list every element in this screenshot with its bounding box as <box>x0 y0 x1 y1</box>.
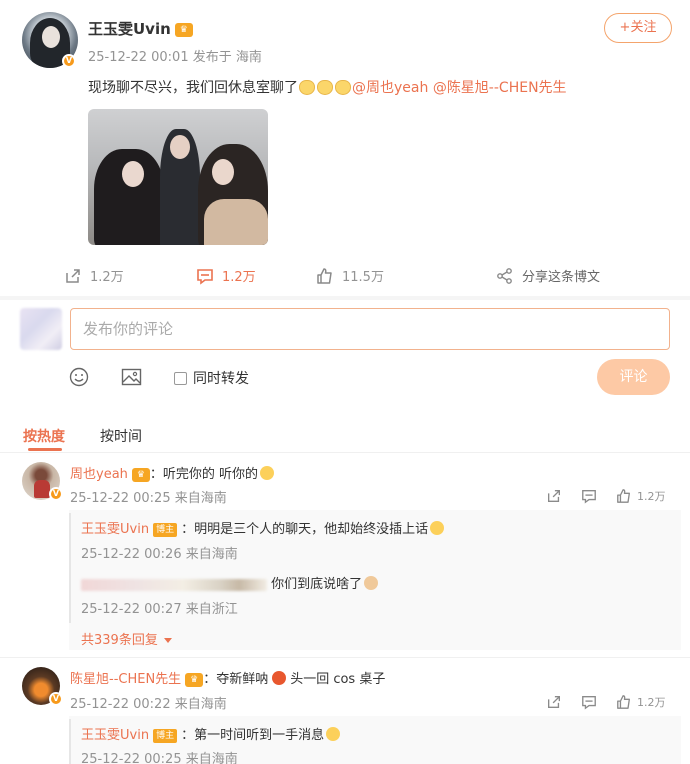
comment-body: ：夺新鲜呐 <box>203 672 269 687</box>
comment-repost-button[interactable] <box>546 694 562 710</box>
reply-body: ：第一时间听到一手消息 <box>181 728 325 743</box>
comment-like-button[interactable]: 1.2万 <box>616 488 666 504</box>
repost-icon <box>548 490 560 502</box>
cat-emoji-icon <box>317 80 333 95</box>
reply-meta: 25-12-22 00:27 来自浙江 <box>81 602 238 617</box>
facepalm-emoji-icon <box>430 521 445 535</box>
active-tab-indicator <box>28 448 62 451</box>
comment-button[interactable]: 1.2万 <box>196 266 256 285</box>
comment-meta: 25-12-22 00:22 来自海南 <box>70 697 227 712</box>
reply-body: 你们到底说啥了 <box>271 577 363 592</box>
reply-user-name[interactable]: 王玉雯Uvin <box>81 728 149 743</box>
crown-icon: ♛ <box>185 672 204 687</box>
repost-button[interactable]: 1.2万 <box>64 266 124 285</box>
reply-text: 你们到底说啥了 <box>81 573 379 592</box>
cat-emoji-icon <box>299 80 315 95</box>
crown-icon: ♛ <box>131 467 150 482</box>
reply-meta: 25-12-22 00:25 来自海南 <box>81 752 238 764</box>
reply-thread-bar <box>69 719 71 764</box>
repost-icon <box>66 268 80 283</box>
like-button[interactable]: 11.5万 <box>316 266 384 285</box>
comment-reply-button[interactable] <box>581 694 597 710</box>
follow-button[interactable]: +关注 <box>604 13 672 43</box>
crown-icon: ♛ <box>174 22 193 37</box>
like-icon <box>617 695 630 709</box>
submit-comment-button[interactable]: 评论 <box>597 359 670 395</box>
author-name-row: 王玉雯Uvin ♛ <box>88 18 193 39</box>
post-body: 现场聊不尽兴，我们回休息室聊了 <box>88 80 298 96</box>
comment-body-continued: 头一回 cos 桌子 <box>290 672 386 687</box>
author-name[interactable]: 王玉雯Uvin <box>88 20 171 38</box>
facepalm-emoji-icon <box>326 727 341 741</box>
comment-count: 1.2万 <box>222 270 256 285</box>
verified-badge-icon: V <box>49 692 63 706</box>
dog-emoji-icon <box>364 576 379 590</box>
dropdown-caret-icon <box>163 638 172 643</box>
blogger-badge: 博主 <box>153 522 178 537</box>
commenter-name[interactable]: 周也yeah <box>70 467 128 482</box>
emoji-button[interactable] <box>69 367 89 391</box>
repost-icon <box>548 696 560 708</box>
like-icon <box>317 267 332 284</box>
reply-text: 王玉雯Uvin 博主 ：明明是三个人的聊天，他却始终没插上话 <box>81 518 445 537</box>
current-user-avatar <box>20 308 62 350</box>
comment-like-button[interactable]: 1.2万 <box>616 694 666 710</box>
emoji-icon <box>69 367 89 387</box>
reply-meta: 25-12-22 00:26 来自海南 <box>81 547 238 562</box>
comment-reply-button[interactable] <box>581 488 597 504</box>
repost-checkbox[interactable] <box>174 371 187 385</box>
reply-user-name[interactable]: 王玉雯Uvin <box>81 522 149 537</box>
comment-like-count: 1.2万 <box>637 696 666 709</box>
crying-emoji-icon <box>260 466 275 480</box>
reply-thread-bar <box>69 513 71 623</box>
more-replies-label: 共339条回复 <box>81 633 158 648</box>
comment-divider <box>0 657 690 658</box>
sort-divider <box>0 452 690 453</box>
post-image[interactable] <box>88 109 268 245</box>
comment-like-count: 1.2万 <box>637 490 666 503</box>
comment-text: 陈星旭--CHEN先生 ♛ ：夺新鲜呐 头一回 cos 桌子 <box>70 668 385 687</box>
share-label: 分享这条博文 <box>522 270 601 285</box>
comment-repost-button[interactable] <box>546 488 562 504</box>
like-count: 11.5万 <box>342 270 384 285</box>
share-button[interactable]: 分享这条博文 <box>496 266 600 285</box>
cat-emoji-icon <box>335 80 351 95</box>
image-upload-button[interactable] <box>121 367 142 391</box>
comment-text: 周也yeah ♛ ：听完你的 听你的 <box>70 463 275 482</box>
like-icon <box>617 489 630 503</box>
comment-meta: 25-12-22 00:25 来自海南 <box>70 491 227 506</box>
mention-link[interactable]: @周也yeah <box>352 80 428 96</box>
verified-badge-icon: V <box>49 487 63 501</box>
image-icon <box>121 368 142 386</box>
repost-checkbox-row[interactable]: 同时转发 <box>174 368 249 388</box>
verified-badge-icon: V <box>62 54 76 68</box>
comment-icon <box>582 696 596 710</box>
post-text: 现场聊不尽兴，我们回休息室聊了 @周也yeah @陈星旭--CHEN先生 <box>88 77 567 97</box>
tab-sort-time[interactable]: 按时间 <box>100 426 142 446</box>
repost-checkbox-label: 同时转发 <box>193 371 249 387</box>
reply-body: ：明明是三个人的聊天，他却始终没插上话 <box>181 522 429 537</box>
commenter-name[interactable]: 陈星旭--CHEN先生 <box>70 672 181 687</box>
blurred-user-name <box>81 578 267 591</box>
section-divider <box>0 296 690 300</box>
view-more-replies-link[interactable]: 共339条回复 <box>81 629 172 648</box>
comment-body: ：听完你的 听你的 <box>149 467 259 482</box>
tab-sort-hot[interactable]: 按热度 <box>23 426 65 446</box>
mention-link[interactable]: @陈星旭--CHEN先生 <box>433 80 567 96</box>
share-icon <box>497 267 512 284</box>
fire-emoji-icon <box>272 671 287 685</box>
reply-text: 王玉雯Uvin 博主 ：第一时间听到一手消息 <box>81 724 341 743</box>
comment-icon <box>582 490 596 504</box>
comment-input[interactable] <box>70 308 670 350</box>
post-meta: 25-12-22 00:01 发布于 海南 <box>88 50 262 65</box>
repost-count: 1.2万 <box>90 270 124 285</box>
blogger-badge: 博主 <box>153 728 178 743</box>
comment-icon <box>197 268 213 285</box>
